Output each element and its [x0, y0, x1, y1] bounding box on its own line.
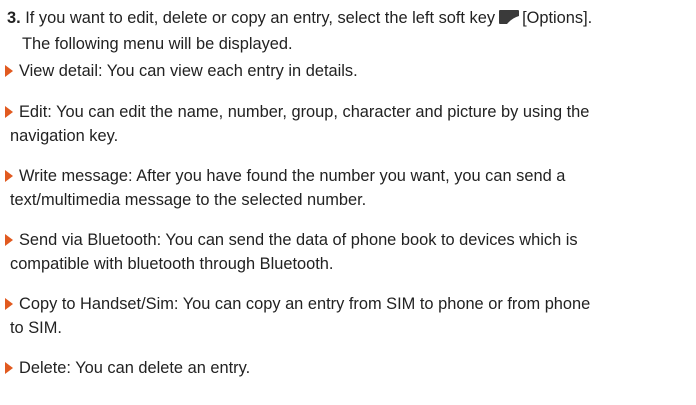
manual-page: 3. If you want to edit, delete or copy a…	[0, 0, 696, 405]
list-item-delete: Delete: You can delete an entry.	[5, 356, 691, 380]
list-item-copy-to-handset-sim: Copy to Handset/Sim: You can copy an ent…	[5, 292, 691, 340]
bullet-arrow-icon	[5, 234, 13, 246]
list-item-send-via-bluetooth: Send via Bluetooth: You can send the dat…	[5, 228, 691, 276]
item-term: View detail:	[19, 62, 103, 80]
item-description: You can send the data of phone book to d…	[161, 231, 578, 249]
item-description-continued: navigation key.	[10, 127, 119, 145]
item-term: Delete:	[19, 359, 71, 377]
item-description-continued: text/multimedia message to the selected …	[10, 191, 367, 209]
bullet-arrow-icon	[5, 65, 13, 77]
bullet-arrow-icon	[5, 170, 13, 182]
step-text: If you want to edit, delete or copy an e…	[25, 9, 496, 27]
item-term: Edit:	[19, 103, 52, 121]
item-description: You can edit the name, number, group, ch…	[51, 103, 590, 121]
item-term: Write message:	[19, 167, 133, 185]
left-soft-key-icon	[498, 8, 520, 32]
item-description: You can view each entry in details.	[102, 62, 358, 80]
item-description: After you have found the number you want…	[132, 167, 566, 185]
item-description: You can delete an entry.	[70, 359, 251, 377]
item-term: Copy to Handset/Sim:	[19, 295, 179, 313]
bullet-arrow-icon	[5, 298, 13, 310]
item-description-continued: compatible with bluetooth through Blueto…	[10, 255, 334, 273]
item-description-continued: to SIM.	[10, 319, 62, 337]
list-item-write-message: Write message: After you have found the …	[5, 164, 691, 212]
item-term: Send via Bluetooth:	[19, 231, 162, 249]
bullet-arrow-icon	[5, 362, 13, 374]
step-3: 3. If you want to edit, delete or copy a…	[7, 6, 691, 56]
step-line-2: The following menu will be displayed.	[22, 35, 293, 53]
list-item-view-detail: View detail: You can view each entry in …	[5, 59, 691, 83]
step-line-1: 3. If you want to edit, delete or copy a…	[7, 6, 691, 32]
item-description: You can copy an entry from SIM to phone …	[178, 295, 591, 313]
list-item-edit: Edit: You can edit the name, number, gro…	[5, 100, 691, 148]
step-number: 3.	[7, 9, 21, 27]
bullet-arrow-icon	[5, 106, 13, 118]
options-label: [Options].	[522, 9, 593, 27]
